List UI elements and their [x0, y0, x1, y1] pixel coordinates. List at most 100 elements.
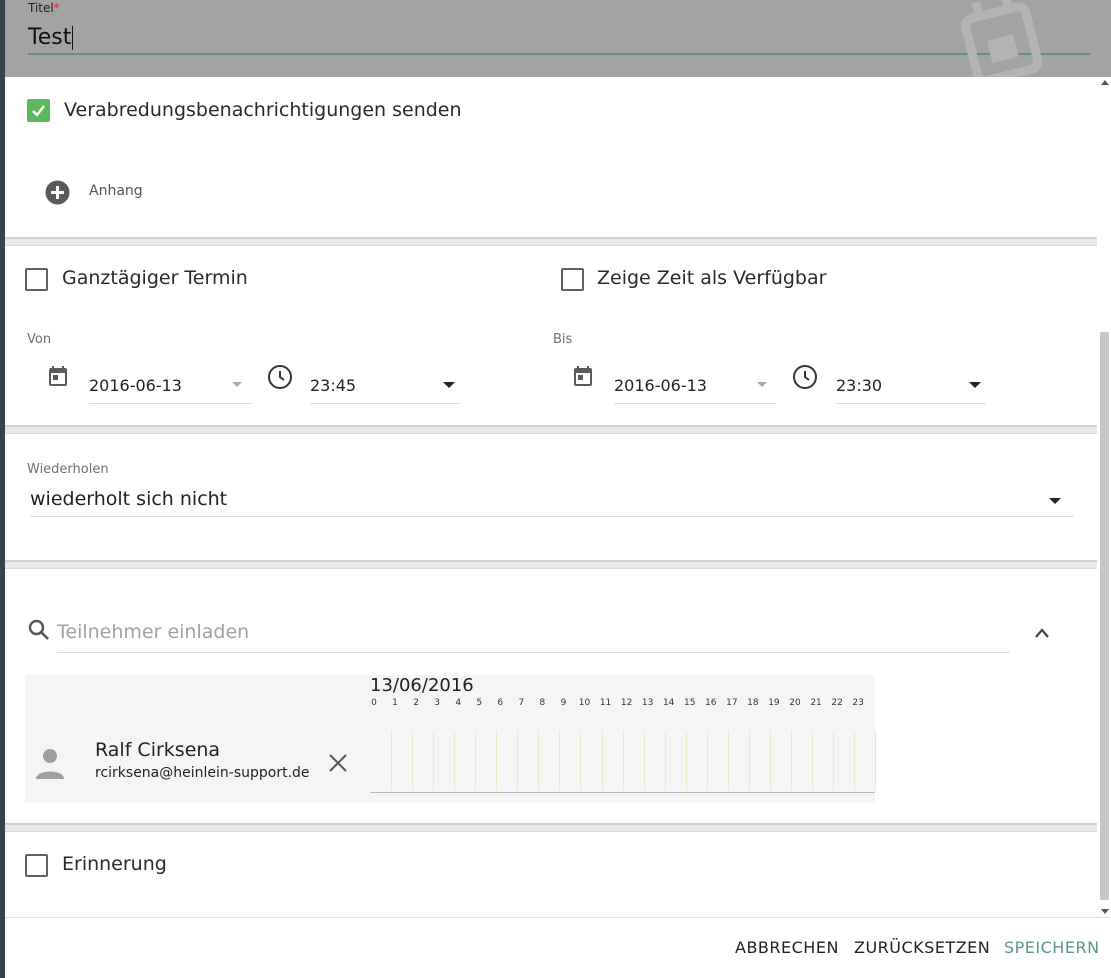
- attendee-name: Ralf Cirksena: [95, 739, 221, 761]
- text-caret: [72, 26, 74, 50]
- section-divider: [5, 560, 1097, 569]
- save-button[interactable]: SPEICHERN: [1004, 938, 1100, 957]
- all-day-checkbox[interactable]: [25, 268, 48, 291]
- section-divider: [5, 823, 1097, 832]
- timeline-hour-line: [391, 731, 392, 791]
- timeline-hour-label: 9: [560, 698, 567, 708]
- to-label: Bis: [553, 332, 573, 347]
- timeline-date: 13/06/2016: [370, 675, 474, 696]
- timeline-hour-line: [770, 731, 771, 791]
- calendar-watermark-icon: [961, 0, 1043, 77]
- timeline-hour-label: 3: [434, 698, 441, 708]
- timeline-hour-label: 18: [747, 698, 759, 708]
- reset-button[interactable]: ZURÜCKSETZEN: [854, 938, 990, 957]
- from-date-select[interactable]: 2016-06-13: [89, 372, 251, 404]
- scrollbar[interactable]: [1099, 77, 1111, 917]
- repeat-value: wiederholt sich nicht: [30, 488, 228, 510]
- dialog-footer: ABBRECHEN ZURÜCKSETZEN SPEICHERN: [5, 917, 1111, 978]
- timeline-hour-line: [707, 731, 708, 791]
- timeline-hour-label: 11: [599, 698, 612, 708]
- from-label: Von: [27, 332, 52, 347]
- reminder-label: Erinnerung: [62, 853, 167, 875]
- timeline-grid: [370, 731, 876, 793]
- section-divider: [5, 425, 1097, 434]
- timeline-hour-line: [559, 731, 560, 791]
- add-attachment-icon[interactable]: [45, 180, 70, 205]
- timeline-hour-line: [538, 731, 539, 791]
- scroll-up-icon[interactable]: [1101, 80, 1109, 85]
- timeline-hour-line: [665, 731, 666, 791]
- timeline-hour-line: [854, 731, 855, 791]
- from-time-select[interactable]: 23:45: [310, 372, 460, 404]
- cancel-button[interactable]: ABBRECHEN: [735, 938, 839, 957]
- timeline-hour-label: 21: [810, 698, 822, 708]
- notifications-label: Verabredungsbenachrichtigungen senden: [64, 99, 462, 121]
- timeline-hour-label: 23: [852, 698, 864, 708]
- timeline-hour-label: 22: [831, 698, 843, 708]
- appointment-dialog: Titel* Test Verabredungsbenachrichtigung…: [5, 0, 1111, 978]
- show-free-checkbox[interactable]: [561, 268, 584, 291]
- timeline-hour-label: 0: [371, 698, 377, 708]
- show-free-label: Zeige Zeit als Verfügbar: [597, 267, 827, 289]
- repeat-select[interactable]: wiederholt sich nicht: [30, 485, 1074, 517]
- required-mark: *: [53, 1, 60, 15]
- timeline-hour-line: [749, 731, 750, 791]
- timeline-hour-line: [833, 731, 834, 791]
- attendee-email: rcirksena@heinlein-support.de: [95, 765, 310, 781]
- timeline-hour-line: [496, 731, 497, 791]
- timeline-hour-label: 15: [684, 698, 696, 708]
- timeline-hour-label: 4: [455, 698, 462, 708]
- timeline-hours: 0 1 2 3 4 5 6 7 8 9 10 11 12 13 14 15 16 17 18 19 20 21 22 23: [370, 698, 870, 710]
- from-date-value: 2016-06-13: [89, 376, 182, 395]
- invite-placeholder: Teilnehmer einladen: [57, 621, 250, 643]
- timeline-hour-line: [875, 731, 876, 791]
- timeline-hour-line: [602, 731, 603, 791]
- check-icon: [32, 105, 45, 117]
- timeline-hour-line: [454, 731, 455, 791]
- timeline-hour-line: [728, 731, 729, 791]
- timeline-hour-label: 12: [620, 698, 633, 708]
- scroll-down-icon[interactable]: [1101, 909, 1109, 914]
- clock-icon[interactable]: [267, 364, 293, 390]
- to-date-select[interactable]: 2016-06-13: [614, 372, 776, 404]
- timeline-hour-line: [412, 731, 413, 791]
- timeline-hour-line: [517, 731, 518, 791]
- calendar-icon[interactable]: [46, 364, 70, 388]
- timeline-hour-label: 5: [476, 698, 483, 708]
- invite-input[interactable]: Teilnehmer einladen: [57, 621, 1010, 653]
- chevron-down-icon: [757, 382, 767, 387]
- chevron-up-icon[interactable]: [1034, 627, 1050, 639]
- dialog-content[interactable]: Verabredungsbenachrichtigungen senden An…: [5, 77, 1111, 917]
- timeline-hour-label: 7: [518, 698, 525, 708]
- to-date-value: 2016-06-13: [614, 376, 707, 395]
- to-time-select[interactable]: 23:30: [836, 372, 986, 404]
- timeline-hour-line: [433, 731, 434, 791]
- from-time-value: 23:45: [310, 376, 357, 395]
- scrollbar-thumb[interactable]: [1100, 332, 1109, 900]
- timeline-hour-label: 17: [726, 698, 738, 708]
- chevron-down-icon: [443, 382, 455, 388]
- remove-attendee-icon[interactable]: [328, 753, 348, 773]
- timeline-hour-label: 6: [497, 698, 504, 708]
- notifications-checkbox[interactable]: [27, 99, 50, 122]
- person-avatar-icon: [36, 749, 64, 779]
- title-label: Titel*: [28, 1, 60, 15]
- calendar-icon[interactable]: [571, 364, 595, 388]
- timeline-hour-label: 2: [413, 698, 419, 708]
- timeline-hour-label: 14: [662, 698, 675, 708]
- title-input[interactable]: Test: [28, 22, 1090, 55]
- timeline-hour-line: [791, 731, 792, 791]
- timeline-hour-line: [623, 731, 624, 791]
- timeline-hour-line: [644, 731, 645, 791]
- timeline-hour-label: 16: [705, 698, 717, 708]
- timeline-hour-label: 10: [578, 698, 591, 708]
- reminder-checkbox[interactable]: [25, 854, 48, 877]
- timeline-hour-label: 13: [641, 698, 654, 708]
- repeat-label: Wiederholen: [27, 462, 109, 477]
- attachment-label[interactable]: Anhang: [89, 183, 143, 199]
- timeline-hour-label: 19: [768, 698, 780, 708]
- clock-icon[interactable]: [792, 364, 818, 390]
- timeline-hour-line: [580, 731, 581, 791]
- dialog-header: Titel* Test: [5, 0, 1111, 77]
- timeline-hour-label: 8: [539, 698, 546, 708]
